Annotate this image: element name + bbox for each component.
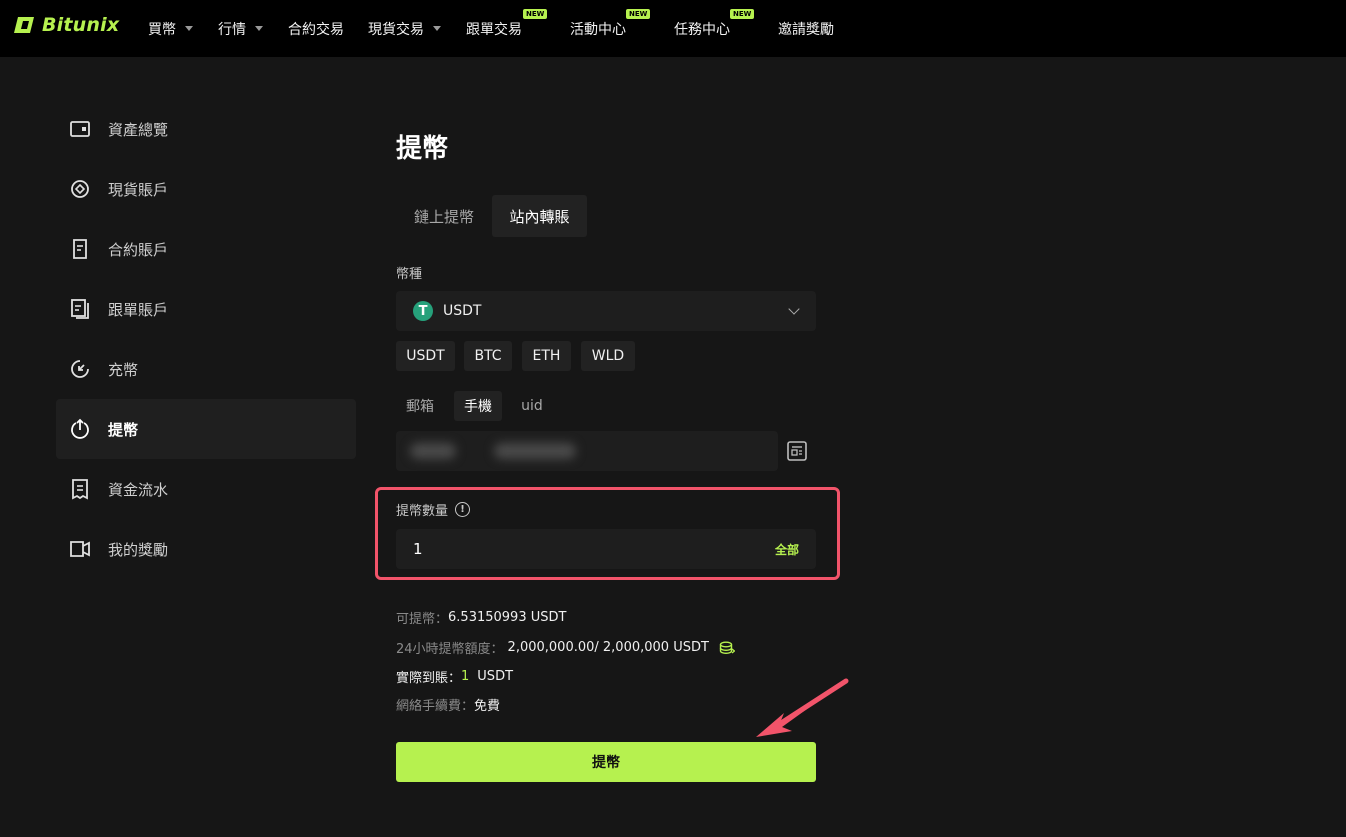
nav-spot[interactable]: 現貨交易	[368, 0, 441, 57]
caret-down-icon	[185, 26, 193, 31]
received-unit: USDT	[477, 669, 514, 684]
sidebar-item-contract[interactable]: 合約賬戶	[56, 219, 356, 279]
redacted-phone-number	[494, 443, 576, 459]
amount-label: 提幣數量	[396, 504, 449, 519]
page-title: 提幣	[396, 134, 449, 164]
nav-markets[interactable]: 行情	[218, 0, 263, 57]
usdt-coin-icon: T	[413, 301, 433, 321]
nav-label: 買幣	[148, 21, 176, 38]
coin-select[interactable]: T USDT	[396, 291, 816, 331]
redacted-country-code	[410, 443, 456, 459]
available-value: 6.53150993 USDT	[448, 610, 567, 625]
coin-chip-wld[interactable]: WLD	[581, 341, 635, 371]
nav-label: 任務中心	[674, 21, 730, 38]
annotation-arrow	[756, 678, 849, 737]
coin-chip-eth[interactable]: ETH	[522, 341, 571, 371]
coin-chip-btc[interactable]: BTC	[464, 341, 512, 371]
recipient-tab-email[interactable]: 郵箱	[396, 391, 444, 421]
sidebar-item-label: 我的獎勵	[108, 540, 169, 559]
sidebar-item-label: 資產總覽	[108, 120, 169, 139]
nav-copy-trading[interactable]: 跟單交易	[466, 0, 522, 57]
sidebar-item-deposit[interactable]: 充幣	[56, 339, 356, 399]
sidebar-item-label: 資金流水	[108, 480, 169, 499]
fee-value: 免費	[474, 699, 501, 714]
received-value: 1	[461, 669, 470, 684]
received-label: 實際到賬：	[396, 671, 462, 686]
nav-label: 跟單交易	[466, 21, 522, 38]
fee-row: 網絡手續費： 免費	[396, 695, 500, 714]
sidebar-item-withdraw[interactable]: 提幣	[56, 399, 356, 459]
limit-row: 24小時提幣額度： 2,000,000.00/ 2,000,000 USDT	[396, 638, 735, 657]
recipient-tab-uid[interactable]: uid	[512, 391, 552, 421]
nav-referral[interactable]: 邀請獎勵	[778, 0, 834, 57]
amount-label-row: 提幣數量 !	[396, 500, 471, 519]
nav-label: 活動中心	[570, 21, 626, 38]
sidebar-item-label: 跟單賬戶	[108, 300, 169, 319]
limit-label: 24小時提幣額度：	[396, 642, 504, 657]
chevron-down-icon	[788, 303, 800, 315]
max-all-button[interactable]: 全部	[775, 541, 799, 558]
new-badge: NEW	[626, 9, 651, 19]
sidebar-item-label: 充幣	[108, 360, 139, 379]
fee-label: 網絡手續費：	[396, 699, 475, 714]
sidebar-item-label: 合約賬戶	[108, 240, 169, 259]
coin-select-value: USDT	[443, 303, 482, 319]
nav-tasks[interactable]: 任務中心	[674, 0, 730, 57]
limit-value: 2,000,000.00/ 2,000,000 USDT	[507, 640, 709, 655]
caret-down-icon	[255, 26, 263, 31]
phone-number-input[interactable]	[396, 431, 778, 471]
sidebar-item-funding-history[interactable]: 資金流水	[56, 459, 356, 519]
new-badge: NEW	[730, 9, 755, 19]
reward-icon	[70, 541, 90, 557]
withdraw-icon	[71, 418, 89, 439]
recipient-tab-phone[interactable]: 手機	[454, 391, 502, 421]
copy-icon	[71, 299, 89, 319]
brand-logo[interactable]: Bitunix	[14, 14, 119, 36]
coin-chip-usdt[interactable]: USDT	[396, 341, 455, 371]
received-row: 實際到賬： 1 USDT	[396, 667, 513, 686]
tab-internal-transfer[interactable]: 站內轉賬	[492, 195, 587, 237]
sidebar-item-label: 提幣	[108, 420, 139, 439]
sidebar-item-rewards[interactable]: 我的獎勵	[56, 519, 356, 579]
withdraw-submit-button[interactable]: 提幣	[396, 742, 816, 782]
spot-icon	[71, 180, 89, 198]
brand-name: Bitunix	[42, 14, 120, 36]
amount-field: 全部	[396, 529, 816, 569]
nav-futures[interactable]: 合約交易	[288, 0, 344, 57]
logo-icon	[14, 17, 34, 33]
wallet-icon	[70, 121, 90, 137]
nav-label: 現貨交易	[368, 21, 424, 38]
nav-events[interactable]: 活動中心	[570, 0, 626, 57]
amount-input[interactable]	[396, 529, 756, 569]
nav-label: 合約交易	[288, 21, 344, 38]
available-label: 可提幣：	[396, 612, 449, 627]
sidebar-item-label: 現貨賬戶	[108, 180, 169, 199]
top-navbar: Bitunix 買幣 行情 合約交易 現貨交易 跟單交易 NEW 活動中心 NE…	[0, 0, 1346, 57]
coin-stack-icon[interactable]	[719, 641, 735, 655]
info-icon[interactable]: !	[455, 502, 471, 517]
address-book-icon[interactable]	[786, 440, 808, 462]
nav-buy-crypto[interactable]: 買幣	[148, 0, 193, 57]
new-badge: NEW	[523, 9, 548, 19]
sidebar-item-overview[interactable]: 資產總覽	[56, 99, 356, 159]
deposit-icon	[71, 360, 89, 378]
receipt-icon	[72, 479, 88, 500]
contract-icon	[73, 239, 87, 259]
sidebar-item-spot[interactable]: 現貨賬戶	[56, 159, 356, 219]
coin-label: 幣種	[396, 267, 423, 282]
nav-label: 行情	[218, 21, 246, 38]
nav-label: 邀請獎勵	[778, 21, 834, 38]
available-row: 可提幣： 6.53150993 USDT	[396, 608, 566, 627]
caret-down-icon	[433, 26, 441, 31]
tab-onchain-withdraw[interactable]: 鏈上提幣	[396, 195, 492, 237]
sidebar-item-copy[interactable]: 跟單賬戶	[56, 279, 356, 339]
